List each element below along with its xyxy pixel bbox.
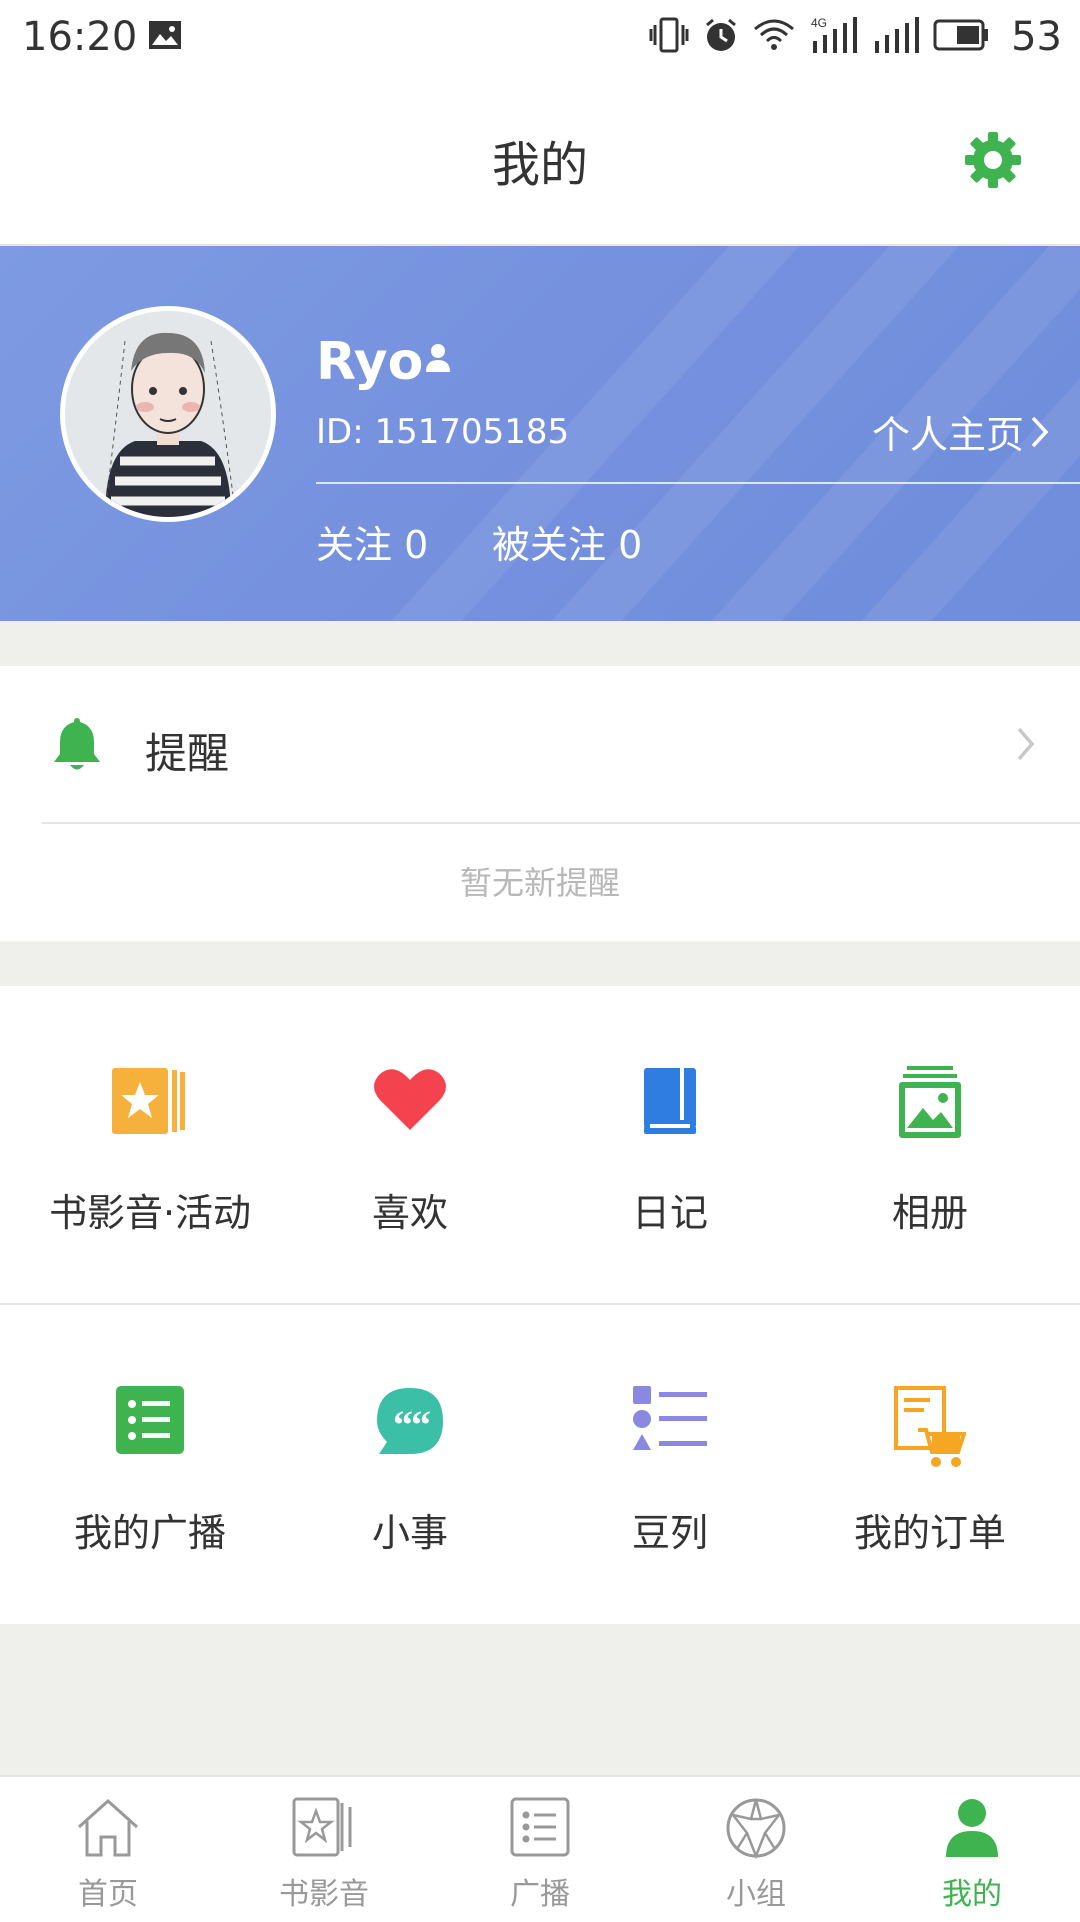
status-time: 16:20 [22, 14, 138, 60]
home-icon [75, 1797, 141, 1861]
person-icon [942, 1797, 1002, 1863]
quote-bubble-icon: ““ [375, 1386, 445, 1460]
grid-label: 相册 [891, 1191, 968, 1235]
group-icon [725, 1797, 787, 1863]
battery-icon [933, 19, 991, 55]
tab-mine[interactable]: 我的 [864, 1777, 1080, 1922]
bottom-tab-bar: 首页 书影音 广播 小组 我的 [0, 1775, 1080, 1922]
username: Ryo [316, 332, 424, 392]
settings-button[interactable] [962, 129, 1024, 191]
homepage-label: 个人主页 [871, 413, 1024, 457]
tab-label: 书影音 [279, 1877, 369, 1912]
chevron-right-icon[interactable] [1016, 726, 1036, 766]
tab-label: 广播 [510, 1877, 570, 1912]
homepage-link[interactable]: 个人主页 [872, 404, 1050, 459]
grid-divider [0, 1303, 1080, 1305]
grid-item-doulist[interactable]: 豆列 [540, 1306, 800, 1622]
album-icon [899, 1066, 961, 1142]
profile-card[interactable]: Ryo ID: 151705185 个人主页 关注 0 被关注 0 [0, 246, 1080, 621]
grid-label: 我的广播 [73, 1511, 226, 1555]
following-count[interactable]: 关注 0 [316, 514, 428, 569]
shapes-list-icon [633, 1386, 707, 1456]
grid-label: 喜欢 [371, 1191, 448, 1235]
tab-group[interactable]: 小组 [648, 1777, 864, 1922]
feature-grid-row-2: 我的广播 ““ 小事 豆列 我的订单 [0, 1306, 1080, 1622]
tab-home[interactable]: 首页 [0, 1777, 216, 1922]
user-badge-icon [424, 342, 452, 378]
battery-percent: 53 [1011, 14, 1062, 60]
svg-text:“: “ [393, 1402, 413, 1447]
bell-icon [50, 714, 104, 778]
grid-item-my-orders[interactable]: 我的订单 [800, 1306, 1060, 1622]
feature-grid: 书影音·活动 喜欢 日记 相册 我的广播 “ “ 小事 豆列 我的订单 [0, 986, 1080, 1624]
tab-label: 我的 [942, 1877, 1002, 1912]
tab-label: 首页 [78, 1877, 138, 1912]
grid-item-likes[interactable]: 喜欢 [280, 986, 540, 1302]
user-id: ID: 151705185 [316, 412, 570, 452]
grid-item-album[interactable]: 相册 [800, 986, 1060, 1302]
4g-signal-icon: 4G [809, 15, 858, 59]
svg-text:4G: 4G [811, 16, 827, 30]
chevron-right-icon [1031, 416, 1049, 447]
page-title: 我的 [491, 137, 588, 193]
grid-label: 小事 [371, 1511, 448, 1555]
book-movie-icon [292, 1797, 356, 1861]
reminder-card: 提醒 暂无新提醒 [0, 666, 1080, 941]
grid-label: 书影音·活动 [48, 1191, 252, 1235]
title-bar: 我的 [0, 75, 1080, 246]
svg-text:“: “ [411, 1402, 431, 1447]
tab-broadcast[interactable]: 广播 [432, 1777, 648, 1922]
grid-item-diary[interactable]: 日记 [540, 986, 800, 1302]
alarm-icon [703, 17, 739, 57]
tab-book-movie-music[interactable]: 书影音 [216, 1777, 432, 1922]
reminder-divider [42, 822, 1080, 824]
followers-count[interactable]: 被关注 0 [492, 514, 642, 569]
grid-item-media-events[interactable]: 书影音·活动 [20, 986, 280, 1302]
diary-icon [640, 1066, 700, 1140]
status-bar: 16:20 4G 53 [0, 0, 1080, 75]
grid-label: 日记 [631, 1191, 708, 1235]
gear-icon [965, 132, 1021, 188]
grid-item-small-things[interactable]: ““ 小事 [280, 1306, 540, 1622]
signal-icon [871, 15, 920, 59]
vibrate-icon [649, 17, 689, 57]
star-card-icon [112, 1066, 188, 1140]
reminder-title[interactable]: 提醒 [145, 720, 229, 781]
grid-item-my-broadcast[interactable]: 我的广播 [20, 1306, 280, 1622]
wifi-icon [753, 17, 795, 57]
grid-label: 我的订单 [853, 1511, 1006, 1555]
broadcast-icon [510, 1797, 570, 1861]
reminder-empty-text: 暂无新提醒 [459, 864, 620, 902]
tab-label: 小组 [726, 1877, 786, 1912]
avatar[interactable] [60, 306, 276, 522]
profile-divider [316, 482, 1080, 484]
image-icon [148, 20, 182, 54]
feature-grid-row-1: 书影音·活动 喜欢 日记 相册 [0, 986, 1080, 1302]
broadcast-list-icon [116, 1386, 184, 1458]
grid-label: 豆列 [631, 1511, 708, 1555]
heart-icon [374, 1066, 446, 1136]
order-cart-icon [894, 1386, 967, 1476]
